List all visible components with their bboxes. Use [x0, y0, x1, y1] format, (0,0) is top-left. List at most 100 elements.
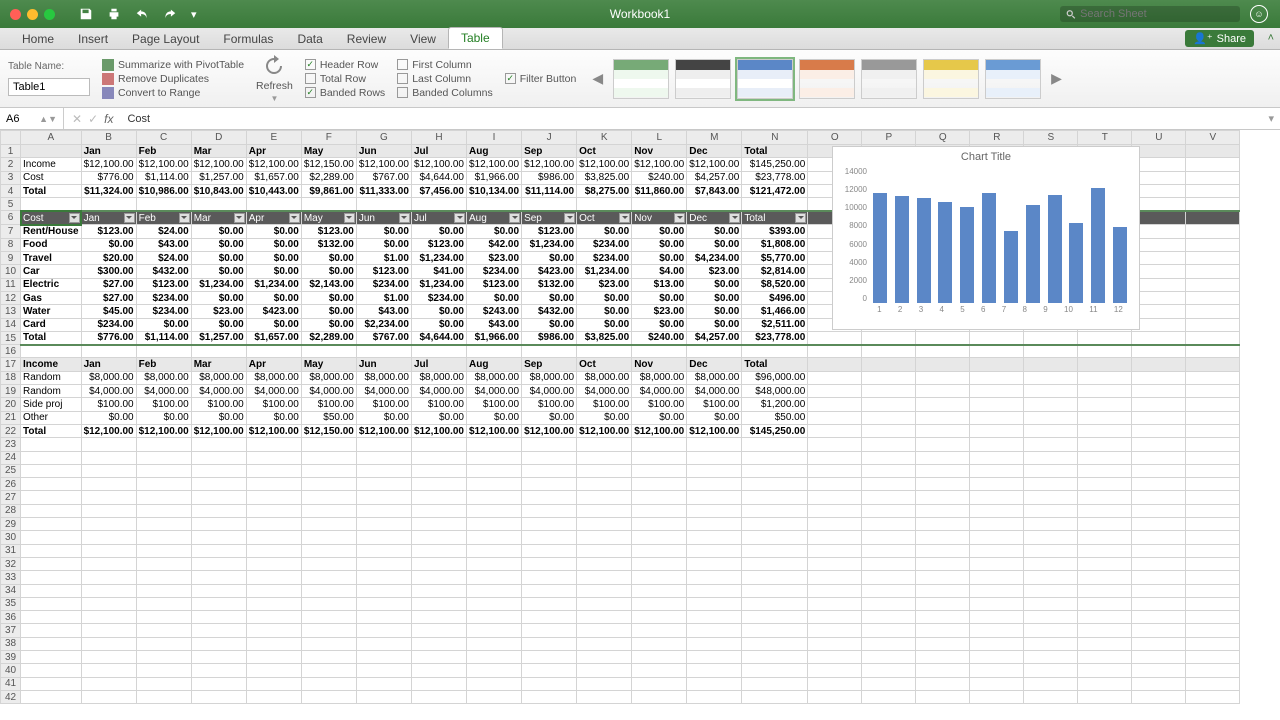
cell[interactable]	[742, 464, 808, 477]
cell[interactable]: $145,250.00	[742, 424, 808, 437]
cell[interactable]	[1132, 650, 1186, 663]
cell[interactable]: $240.00	[632, 331, 687, 344]
cell[interactable]	[522, 690, 577, 703]
cell[interactable]	[1186, 345, 1240, 358]
feedback-icon[interactable]: ☺	[1250, 5, 1268, 23]
cell[interactable]	[687, 677, 742, 690]
cell[interactable]: $0.00	[632, 291, 687, 304]
cell[interactable]	[136, 491, 191, 504]
cell[interactable]: Feb	[136, 145, 191, 158]
cell[interactable]	[970, 597, 1024, 610]
cell[interactable]	[862, 677, 916, 690]
cell[interactable]	[1078, 571, 1132, 584]
cell[interactable]	[1186, 650, 1240, 663]
cell[interactable]	[136, 518, 191, 531]
row-header[interactable]: 38	[1, 637, 21, 650]
cell[interactable]: $100.00	[522, 398, 577, 411]
cell[interactable]	[970, 677, 1024, 690]
cell[interactable]: $8,000.00	[632, 371, 687, 384]
cell[interactable]	[522, 584, 577, 597]
filter-header-cell[interactable]: Feb	[136, 211, 191, 225]
cell[interactable]: Side proj	[21, 398, 82, 411]
row-header[interactable]: 12	[1, 291, 21, 304]
cell[interactable]	[808, 424, 862, 437]
cell[interactable]	[81, 464, 136, 477]
row-header[interactable]: 25	[1, 464, 21, 477]
cell[interactable]	[21, 650, 82, 663]
cell[interactable]	[1132, 597, 1186, 610]
cell[interactable]: $0.00	[522, 291, 577, 304]
cell[interactable]	[246, 478, 301, 491]
cell[interactable]	[21, 664, 82, 677]
cell[interactable]	[742, 345, 808, 358]
cell[interactable]	[687, 637, 742, 650]
cell[interactable]: $0.00	[411, 318, 466, 331]
cell[interactable]	[1078, 597, 1132, 610]
cell[interactable]: Random	[21, 385, 82, 398]
cell[interactable]	[467, 571, 522, 584]
cell[interactable]	[1024, 664, 1078, 677]
cell[interactable]: $0.00	[301, 305, 356, 318]
cell[interactable]	[136, 198, 191, 211]
cell[interactable]	[1132, 464, 1186, 477]
cell[interactable]	[136, 690, 191, 703]
minimize-icon[interactable]	[27, 9, 38, 20]
cell[interactable]: $8,000.00	[522, 371, 577, 384]
cell[interactable]	[356, 571, 411, 584]
cell[interactable]: $0.00	[522, 411, 577, 424]
row-header[interactable]: 23	[1, 438, 21, 451]
cell[interactable]: $43.00	[136, 238, 191, 251]
cell[interactable]	[862, 398, 916, 411]
cell[interactable]	[246, 544, 301, 557]
cell[interactable]: $7,456.00	[411, 184, 466, 197]
cell[interactable]	[21, 557, 82, 570]
cell[interactable]	[970, 611, 1024, 624]
row-header[interactable]: 27	[1, 491, 21, 504]
cell[interactable]	[81, 451, 136, 464]
cell[interactable]	[808, 597, 862, 610]
cell[interactable]: $0.00	[411, 411, 466, 424]
cell[interactable]	[411, 504, 466, 517]
cell[interactable]	[1132, 531, 1186, 544]
cell[interactable]	[742, 557, 808, 570]
cell[interactable]	[970, 504, 1024, 517]
cell[interactable]: $0.00	[687, 305, 742, 318]
cell[interactable]	[1078, 531, 1132, 544]
cell[interactable]	[81, 478, 136, 491]
cell[interactable]	[356, 451, 411, 464]
column-header[interactable]: S	[1024, 131, 1078, 145]
cell[interactable]	[862, 385, 916, 398]
cell[interactable]	[301, 611, 356, 624]
cell[interactable]: $1,466.00	[742, 305, 808, 318]
cell[interactable]: $8,000.00	[687, 371, 742, 384]
cell[interactable]	[1024, 544, 1078, 557]
cell[interactable]: $50.00	[301, 411, 356, 424]
cell[interactable]	[301, 531, 356, 544]
cell[interactable]	[81, 438, 136, 451]
cell[interactable]	[21, 531, 82, 544]
header-row-checkbox[interactable]: ✓Header Row	[305, 59, 385, 71]
cell[interactable]	[687, 624, 742, 637]
cell[interactable]: Oct	[577, 358, 632, 371]
cell[interactable]	[632, 478, 687, 491]
cell[interactable]: $145,250.00	[742, 158, 808, 171]
cell[interactable]	[301, 571, 356, 584]
cell[interactable]: Total	[742, 145, 808, 158]
cell[interactable]	[1024, 491, 1078, 504]
cell[interactable]: May	[301, 358, 356, 371]
cell[interactable]: $4,644.00	[411, 331, 466, 344]
cell[interactable]	[301, 664, 356, 677]
column-header[interactable]: V	[1186, 131, 1240, 145]
cell[interactable]	[1186, 145, 1240, 158]
cell[interactable]	[970, 451, 1024, 464]
cell[interactable]	[1132, 611, 1186, 624]
filter-header-cell[interactable]: Dec	[687, 211, 742, 225]
cell[interactable]	[1078, 491, 1132, 504]
cell[interactable]	[808, 438, 862, 451]
cell[interactable]	[862, 664, 916, 677]
row-header[interactable]: 11	[1, 278, 21, 291]
cell[interactable]: $20.00	[81, 252, 136, 265]
cell[interactable]	[411, 531, 466, 544]
cell[interactable]: $0.00	[246, 252, 301, 265]
cell[interactable]: Other	[21, 411, 82, 424]
